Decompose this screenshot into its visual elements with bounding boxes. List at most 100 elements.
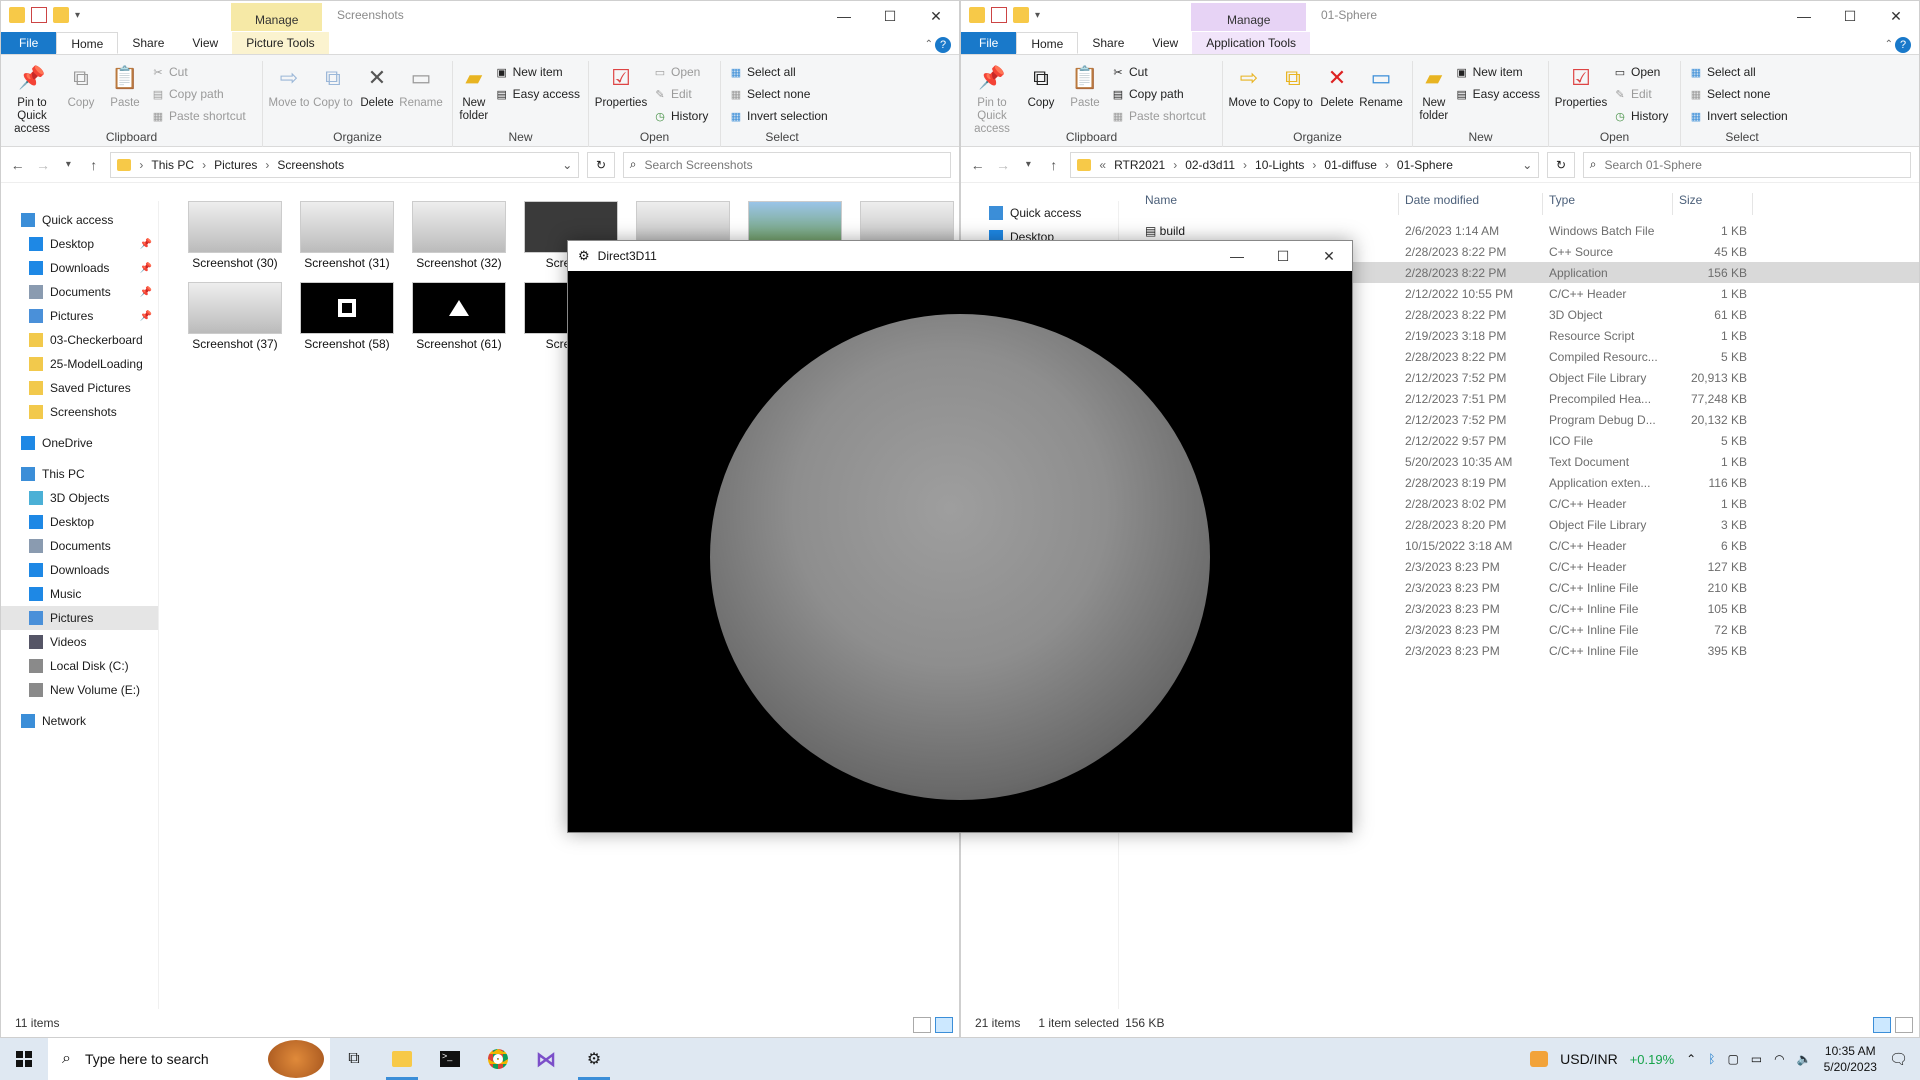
clock[interactable]: 10:35 AM 5/20/2023: [1824, 1043, 1877, 1075]
chevron-down-icon[interactable]: ⌄: [562, 158, 572, 172]
thumbnail-item[interactable]: Screenshot (30): [179, 201, 291, 270]
chrome-taskbar-button[interactable]: [474, 1038, 522, 1080]
paste-shortcut-button[interactable]: ▦ Paste shortcut: [1111, 107, 1206, 125]
terminal-taskbar-button[interactable]: >_: [426, 1038, 474, 1080]
close-icon[interactable]: ✕: [1306, 241, 1352, 271]
ticker-symbol[interactable]: USD/INR: [1560, 1051, 1618, 1067]
column-header-size[interactable]: Size: [1673, 193, 1753, 215]
nav-item[interactable]: Videos: [1, 630, 158, 654]
refresh-button[interactable]: ↻: [1547, 151, 1575, 178]
nav-item[interactable]: This PC: [1, 462, 158, 486]
thumbnail-item[interactable]: Screenshot (37): [179, 282, 291, 351]
search-box[interactable]: ⌕ Search Screenshots: [622, 151, 951, 178]
easy-access-button[interactable]: ▤ Easy access: [495, 85, 580, 103]
large-icons-view-icon[interactable]: [935, 1017, 953, 1033]
new-item-button[interactable]: ▣ New item: [495, 63, 580, 81]
search-box[interactable]: ⌕ Search 01-Sphere: [1582, 151, 1911, 178]
easy-access-button[interactable]: ▤ Easy access: [1455, 85, 1540, 103]
recent-locations-icon[interactable]: ▾: [1020, 159, 1037, 170]
up-icon[interactable]: ↑: [1045, 157, 1062, 173]
bluetooth-icon[interactable]: ᛒ: [1708, 1052, 1715, 1066]
up-icon[interactable]: ↑: [85, 157, 102, 173]
details-view-icon[interactable]: [1873, 1017, 1891, 1033]
paste-shortcut-button[interactable]: ▦ Paste shortcut: [151, 107, 246, 125]
thumbnail-item[interactable]: Screenshot (58): [291, 282, 403, 351]
direct3d-taskbar-button[interactable]: ⚙: [570, 1038, 618, 1080]
history-button[interactable]: ◷ History: [653, 107, 708, 125]
nav-item[interactable]: Downloads 📌: [1, 256, 158, 280]
maximize-icon[interactable]: ☐: [1827, 1, 1873, 31]
chevron-up-icon[interactable]: ⌃: [1686, 1052, 1696, 1066]
tab-share[interactable]: Share: [118, 32, 178, 54]
breadcrumb-rtr2021[interactable]: RTR2021: [1114, 158, 1165, 172]
forward-icon[interactable]: →: [994, 157, 1011, 173]
forward-icon[interactable]: →: [34, 157, 51, 173]
nav-item[interactable]: 3D Objects: [1, 486, 158, 510]
new-folder-qat-icon[interactable]: [53, 7, 69, 23]
tab-file[interactable]: File: [1, 32, 57, 54]
edit-button[interactable]: ✎ Edit: [653, 85, 708, 103]
file-row[interactable]: ▤ build 2/6/2023 1:14 AM Windows Batch Fil…: [1139, 220, 1919, 241]
maximize-icon[interactable]: ☐: [1260, 241, 1306, 271]
cut-button[interactable]: ✂ Cut: [1111, 63, 1206, 81]
overflow-chevron[interactable]: «: [1099, 158, 1106, 172]
back-icon[interactable]: ←: [9, 157, 26, 173]
nav-item[interactable]: Desktop: [1, 510, 158, 534]
close-icon[interactable]: ✕: [913, 1, 959, 31]
manage-contextual-tab[interactable]: Manage: [231, 3, 323, 31]
thumbnail-item[interactable]: Screenshot (32): [403, 201, 515, 270]
nav-item[interactable]: 25-ModelLoading: [1, 352, 158, 376]
nav-item[interactable]: Documents: [1, 534, 158, 558]
tab-application-tools[interactable]: Application Tools: [1192, 32, 1311, 54]
minimize-icon[interactable]: —: [1214, 241, 1260, 271]
thumbnail-item[interactable]: Screenshot (31): [291, 201, 403, 270]
open-button[interactable]: ▭ Open: [1613, 63, 1668, 81]
breadcrumb-02-d3d11[interactable]: 02-d3d11: [1185, 158, 1235, 172]
history-button[interactable]: ◷ History: [1613, 107, 1668, 125]
thumbnail-item[interactable]: Screenshot (61): [403, 282, 515, 351]
copy-path-button[interactable]: ▤ Copy path: [151, 85, 246, 103]
details-view-icon[interactable]: [913, 1017, 931, 1033]
nav-item[interactable]: Saved Pictures: [1, 376, 158, 400]
breadcrumb-01-sphere[interactable]: 01-Sphere: [1397, 158, 1453, 172]
volume-icon[interactable]: 🔈: [1797, 1052, 1812, 1066]
large-icons-view-icon[interactable]: [1895, 1017, 1913, 1033]
visual-studio-taskbar-button[interactable]: ⋈: [522, 1038, 570, 1080]
wifi-icon[interactable]: ◠: [1774, 1052, 1784, 1066]
tab-share[interactable]: Share: [1078, 32, 1138, 54]
copy-path-button[interactable]: ▤ Copy path: [1111, 85, 1206, 103]
nav-item[interactable]: Desktop 📌: [1, 232, 158, 256]
select-none-button[interactable]: ▦ Select none: [1689, 85, 1788, 103]
select-all-button[interactable]: ▦ Select all: [1689, 63, 1788, 81]
column-header-date[interactable]: Date modified: [1399, 193, 1543, 215]
tab-file[interactable]: File: [961, 32, 1017, 54]
nav-item[interactable]: Screenshots: [1, 400, 158, 424]
nav-item[interactable]: Pictures: [1, 606, 158, 630]
tab-view[interactable]: View: [178, 32, 232, 54]
nav-item[interactable]: Quick access: [961, 201, 1118, 225]
nav-item[interactable]: 03-Checkerboard: [1, 328, 158, 352]
nav-item[interactable]: Network: [1, 709, 158, 733]
column-header-name[interactable]: Name: [1139, 193, 1399, 215]
task-view-button[interactable]: ⧉: [330, 1038, 378, 1080]
breadcrumb-screenshots[interactable]: Screenshots: [277, 158, 344, 172]
properties-qat-icon[interactable]: [31, 7, 47, 23]
tab-picture-tools[interactable]: Picture Tools: [232, 32, 329, 54]
breadcrumb-this-pc[interactable]: This PC: [151, 158, 194, 172]
tab-view[interactable]: View: [1138, 32, 1192, 54]
select-none-button[interactable]: ▦ Select none: [729, 85, 828, 103]
address-bar[interactable]: › This PC › Pictures › Screenshots ⌄: [110, 151, 580, 178]
new-folder-qat-icon[interactable]: [1013, 7, 1029, 23]
file-explorer-taskbar-button[interactable]: [378, 1038, 426, 1080]
nav-item[interactable]: Music: [1, 582, 158, 606]
nav-item[interactable]: Documents 📌: [1, 280, 158, 304]
nav-item[interactable]: Pictures 📌: [1, 304, 158, 328]
recent-locations-icon[interactable]: ▾: [60, 159, 77, 170]
nav-item[interactable]: Local Disk (C:): [1, 654, 158, 678]
cut-button[interactable]: ✂ Cut: [151, 63, 246, 81]
nav-item[interactable]: New Volume (E:): [1, 678, 158, 702]
breadcrumb-10-lights[interactable]: 10-Lights: [1255, 158, 1304, 172]
minimize-icon[interactable]: —: [1781, 1, 1827, 31]
invert-selection-button[interactable]: ▦ Invert selection: [729, 107, 828, 125]
edit-button[interactable]: ✎ Edit: [1613, 85, 1668, 103]
